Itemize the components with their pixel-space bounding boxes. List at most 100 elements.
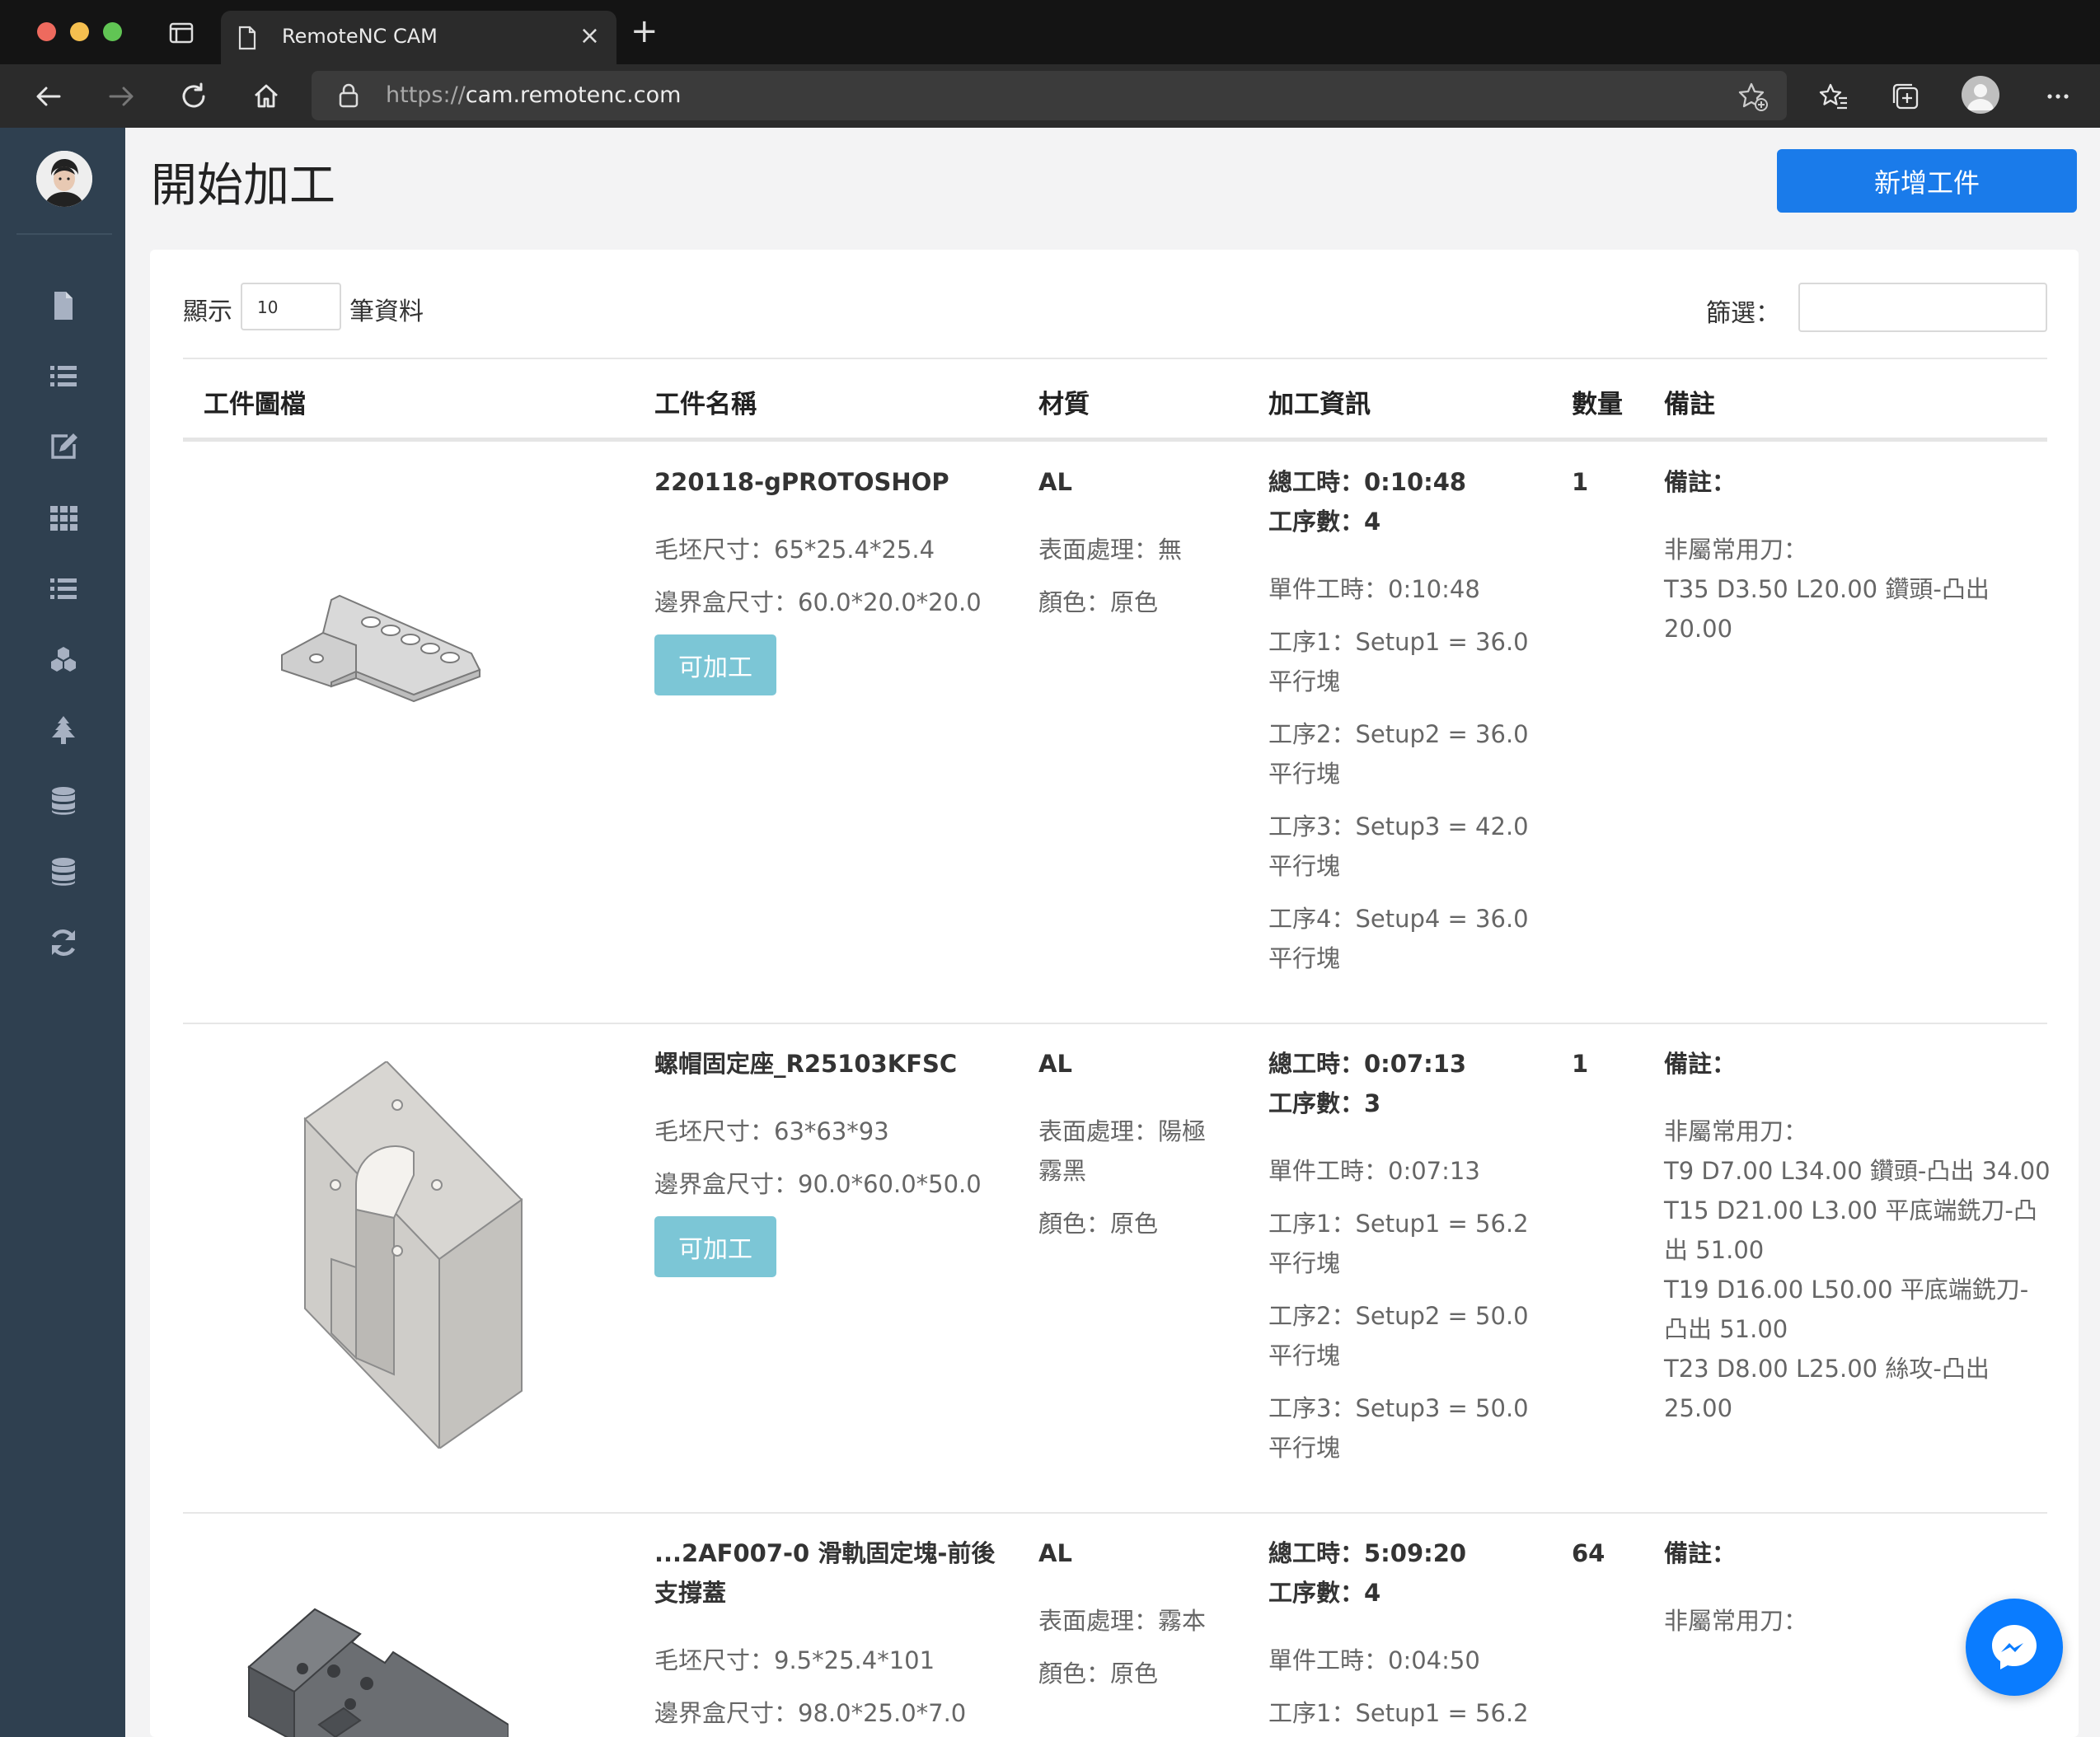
surface-treatment: 表面處理：陽極 (1038, 1117, 1207, 1145)
workpiece-table-card: 顯示 10 筆資料 篩選： 工件圖檔 工件名稱 材質 加工資訊 數量 備註 22… (150, 250, 2079, 1737)
operation-fixture: 平行塊 (1268, 852, 1341, 880)
material: AL (1038, 468, 1072, 496)
browser-toolbar: https://cam.remotenc.com (0, 64, 2100, 128)
operation-step: 工序1：Setup1 = 56.2 (1268, 1699, 1529, 1727)
operation-fixture: 平行塊 (1268, 1249, 1341, 1277)
sidebar (0, 128, 125, 1737)
add-favorite-icon[interactable] (1737, 81, 1769, 112)
row-divider (183, 1023, 2047, 1024)
operation-count: 工序數：4 (1268, 1579, 1381, 1607)
browser-tab[interactable]: RemoteNC CAM × (221, 11, 616, 64)
user-avatar[interactable] (36, 151, 92, 207)
machinable-status-button[interactable]: 可加工 (654, 634, 776, 695)
tool-line: T9 D7.00 L34.00 鑽頭-凸出 34.00 (1664, 1157, 2051, 1185)
header-quantity[interactable]: 數量 (1572, 383, 1623, 420)
workpiece-name-cont[interactable]: 支撐蓋 (654, 1573, 726, 1613)
list-alt-icon[interactable] (46, 571, 81, 606)
messenger-chat-button[interactable] (1966, 1599, 2063, 1696)
operation-count: 工序數：4 (1268, 508, 1381, 536)
surface-treatment: 表面處理：無 (1038, 536, 1183, 564)
header-machining-info[interactable]: 加工資訊 (1268, 383, 1371, 420)
machinable-status-button[interactable]: 可加工 (654, 1216, 776, 1277)
refresh-icon[interactable] (46, 925, 81, 960)
unit-time: 單件工時：0:07:13 (1268, 1157, 1480, 1185)
database-icon[interactable] (46, 784, 81, 818)
messenger-icon (1992, 1625, 2037, 1669)
quantity: 64 (1572, 1539, 1605, 1567)
back-icon[interactable] (33, 81, 64, 112)
tool-line: 25.00 (1664, 1394, 1733, 1422)
filter-input[interactable] (1798, 283, 2047, 332)
reload-icon[interactable] (178, 81, 209, 112)
workpiece-name[interactable]: 220118-gPROTOSHOP (654, 462, 949, 502)
tab-strip: RemoteNC CAM × + (0, 0, 2100, 64)
bounding-box-size: 邊界盒尺寸：98.0*25.0*7.0 (654, 1699, 967, 1727)
operation-step: 工序3：Setup3 = 42.0 (1268, 812, 1529, 840)
grid-icon[interactable] (46, 500, 81, 535)
favorites-icon[interactable] (1817, 80, 1850, 113)
tool-line: T15 D21.00 L3.00 平底端銑刀-凸 (1664, 1196, 2037, 1224)
surface-treatment-cont: 霧黑 (1038, 1157, 1087, 1185)
operation-step: 工序1：Setup1 = 36.0 (1268, 628, 1529, 656)
header-divider (183, 438, 2047, 442)
tool-line: T19 D16.00 L50.00 平底端銑刀- (1664, 1276, 2029, 1304)
tool-line: T35 D3.50 L20.00 鑽頭-凸出 (1664, 575, 1990, 603)
workpiece-thumbnail[interactable] (274, 579, 521, 719)
collections-icon[interactable] (1889, 80, 1922, 113)
tool-line: 凸出 51.00 (1664, 1315, 1788, 1343)
header-name[interactable]: 工件名稱 (654, 383, 757, 420)
workpiece-thumbnail[interactable] (245, 1560, 509, 1737)
material: AL (1038, 1539, 1072, 1567)
operation-fixture: 平行塊 (1268, 1434, 1341, 1462)
tab-actions-icon[interactable] (169, 21, 194, 44)
window-minimize-button[interactable] (70, 22, 89, 41)
file-icon[interactable] (46, 288, 81, 323)
new-tab-button[interactable]: + (630, 15, 659, 48)
divider (183, 358, 2047, 359)
window-close-button[interactable] (37, 22, 56, 41)
workpiece-name[interactable]: ...2AF007-0 滑軌固定塊-前後 (654, 1533, 995, 1573)
forward-icon[interactable] (105, 81, 137, 112)
operation-step: 工序2：Setup2 = 50.0 (1268, 1302, 1529, 1330)
add-workpiece-button[interactable]: 新增工件 (1777, 149, 2077, 213)
uncommon-tools-label: 非屬常用刀： (1664, 1117, 1808, 1145)
tab-title: RemoteNC CAM (282, 25, 438, 48)
more-menu-icon[interactable] (2041, 80, 2074, 113)
url-text: https://cam.remotenc.com (386, 82, 682, 108)
cubes-icon[interactable] (46, 642, 81, 677)
uncommon-tools-label: 非屬常用刀： (1664, 1607, 1808, 1635)
operation-count: 工序數：3 (1268, 1089, 1381, 1117)
database-alt-icon[interactable] (46, 854, 81, 889)
edit-icon[interactable] (46, 429, 81, 464)
workpiece-thumbnail[interactable] (298, 1061, 546, 1449)
header-material[interactable]: 材質 (1038, 383, 1090, 420)
address-bar[interactable]: https://cam.remotenc.com (312, 71, 1787, 120)
notes-title: 備註： (1664, 468, 1737, 496)
tool-line: 出 51.00 (1664, 1236, 1765, 1264)
tool-line: T23 D8.00 L25.00 絲攻-凸出 (1664, 1355, 1990, 1383)
sidebar-divider (16, 233, 112, 235)
notes-title: 備註： (1664, 1050, 1737, 1078)
home-icon[interactable] (251, 81, 282, 112)
page-length-select[interactable]: 10 (241, 283, 341, 330)
lock-icon (339, 83, 359, 108)
operation-fixture: 平行塊 (1268, 667, 1341, 695)
tab-close-icon[interactable]: × (579, 21, 600, 50)
profile-avatar[interactable] (1962, 76, 1999, 114)
operation-step: 工序4：Setup4 = 36.0 (1268, 905, 1529, 933)
list-icon[interactable] (46, 358, 81, 393)
uncommon-tools-label: 非屬常用刀： (1664, 536, 1808, 564)
header-notes[interactable]: 備註 (1664, 383, 1715, 420)
records-label: 筆資料 (349, 297, 424, 326)
bounding-box-size: 邊界盒尺寸：90.0*60.0*50.0 (654, 1170, 982, 1198)
window-maximize-button[interactable] (103, 22, 122, 41)
tool-line: 20.00 (1664, 615, 1733, 643)
notes-title: 備註： (1664, 1539, 1737, 1567)
filter-label: 篩選： (1706, 299, 1780, 328)
tree-icon[interactable] (46, 713, 81, 747)
operation-step: 工序2：Setup2 = 36.0 (1268, 720, 1529, 748)
header-drawing[interactable]: 工件圖檔 (204, 383, 306, 420)
workpiece-name[interactable]: 螺帽固定座_R25103KFSC (654, 1044, 957, 1084)
quantity: 1 (1572, 1050, 1589, 1078)
surface-treatment: 表面處理：霧本 (1038, 1607, 1207, 1635)
